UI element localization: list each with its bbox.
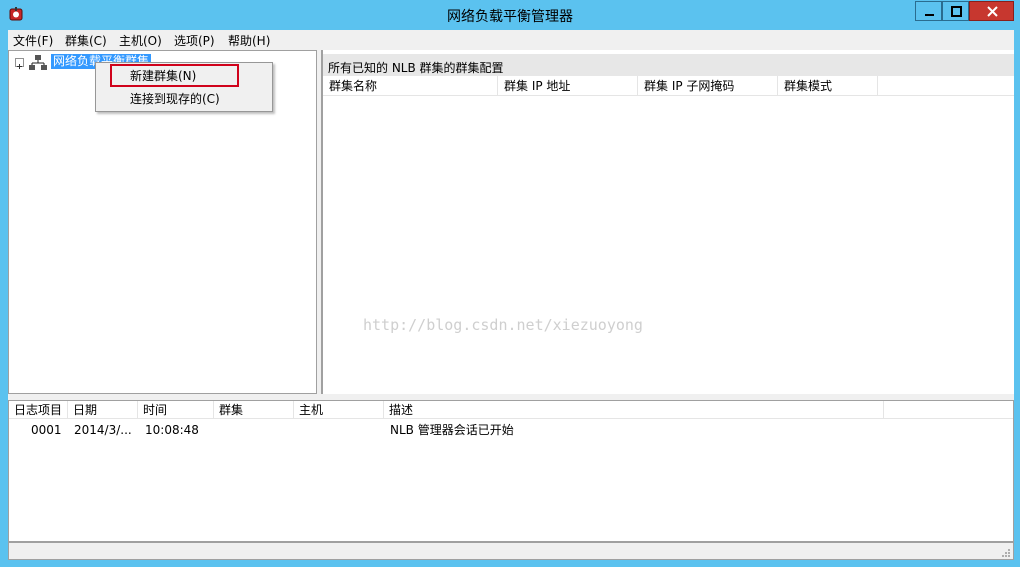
title-bar[interactable]: 网络负载平衡管理器: [0, 0, 1020, 30]
column-cluster-name[interactable]: 群集名称: [323, 76, 498, 96]
cluster-config-pane: 所有已知的 NLB 群集的群集配置 群集名称 群集 IP 地址 群集 IP 子网…: [321, 50, 1014, 394]
log-date-cell: 2014/3/...: [74, 423, 132, 437]
status-bar: [8, 542, 1014, 560]
context-connect-existing[interactable]: 连接到现存的(C): [98, 88, 270, 110]
maximize-button[interactable]: [942, 1, 969, 21]
menu-options[interactable]: 选项(P): [174, 32, 215, 49]
column-log-description[interactable]: 描述: [384, 401, 884, 419]
network-cluster-icon: [29, 55, 47, 71]
watermark-text: http://blog.csdn.net/xiezuoyong: [363, 316, 643, 334]
column-cluster-mode[interactable]: 群集模式: [778, 76, 878, 96]
maximize-icon: [951, 6, 962, 17]
menu-help[interactable]: 帮助(H): [228, 32, 270, 49]
column-log-entry[interactable]: 日志项目: [9, 401, 68, 419]
log-time-cell: 10:08:48: [145, 423, 199, 437]
log-row[interactable]: 0001 2014/3/... 10:08:48 NLB 管理器会话已开始: [9, 421, 1013, 439]
annotation-highlight-box: [110, 64, 239, 87]
log-entry-cell: 0001: [31, 423, 62, 437]
log-pane: 日志项目 日期 时间 群集 主机 描述 0001 2014/3/... 10:0…: [8, 400, 1014, 542]
column-log-cluster[interactable]: 群集: [214, 401, 294, 419]
window-title: 网络负载平衡管理器: [447, 9, 573, 25]
resize-grip-icon[interactable]: [1001, 547, 1011, 557]
menu-bar: 文件(F) 群集(C) 主机(O) 选项(P) 帮助(H): [8, 30, 1014, 50]
app-window: 网络负载平衡管理器 文件(F) 群集(C) 主机(O) 选项(P) 帮助(H): [0, 0, 1020, 567]
log-columns-header: 日志项目 日期 时间 群集 主机 描述: [9, 401, 1013, 419]
cluster-config-header: 所有已知的 NLB 群集的群集配置: [323, 54, 1014, 76]
close-icon: [987, 6, 998, 17]
menu-host[interactable]: 主机(O): [119, 32, 162, 49]
column-cluster-ip[interactable]: 群集 IP 地址: [498, 76, 638, 96]
column-cluster-subnet[interactable]: 群集 IP 子网掩码: [638, 76, 778, 96]
menu-cluster[interactable]: 群集(C): [65, 32, 107, 49]
column-log-date[interactable]: 日期: [68, 401, 138, 419]
column-log-host[interactable]: 主机: [294, 401, 384, 419]
minimize-button[interactable]: [915, 1, 942, 21]
log-description-cell: NLB 管理器会话已开始: [390, 423, 514, 437]
close-button[interactable]: [969, 1, 1014, 21]
tree-expand-icon[interactable]: [15, 58, 24, 69]
column-log-time[interactable]: 时间: [138, 401, 214, 419]
cluster-columns-header: 群集名称 群集 IP 地址 群集 IP 子网掩码 群集模式: [323, 76, 1014, 96]
menu-file[interactable]: 文件(F): [13, 32, 53, 49]
cluster-config-title: 所有已知的 NLB 群集的群集配置: [328, 61, 504, 75]
minimize-icon: [925, 14, 934, 16]
